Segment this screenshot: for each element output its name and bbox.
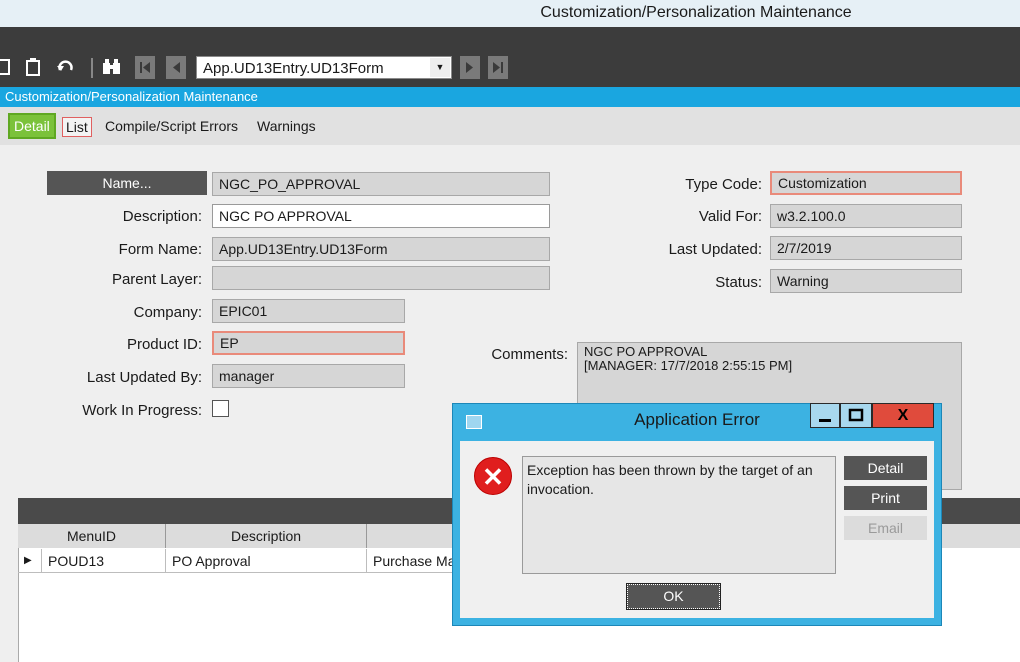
last-updated-field[interactable]: 2/7/2019 bbox=[770, 236, 962, 260]
cell-menuid[interactable]: POUD13 bbox=[42, 549, 166, 573]
form-name-label: Form Name: bbox=[118, 241, 202, 258]
print-button[interactable]: Print bbox=[844, 486, 927, 510]
close-button[interactable]: X bbox=[872, 403, 934, 428]
tab-compile-script-errors[interactable]: Compile/Script Errors bbox=[105, 116, 238, 136]
comments-line: [MANAGER: 17/7/2018 2:55:15 PM] bbox=[584, 358, 793, 373]
maximize-button[interactable] bbox=[840, 403, 872, 428]
form-header: Customization/Personalization Maintenanc… bbox=[0, 87, 1020, 107]
previous-record-icon[interactable] bbox=[166, 56, 186, 79]
status-field[interactable]: Warning bbox=[770, 269, 962, 293]
comments-label: Comments: bbox=[491, 346, 568, 363]
description-label: Description: bbox=[122, 208, 202, 225]
work-in-progress-label: Work In Progress: bbox=[82, 402, 202, 419]
clipboard-icon[interactable] bbox=[24, 56, 44, 78]
window-title: Customization/Personalization Maintenanc… bbox=[540, 4, 852, 21]
next-record-icon[interactable] bbox=[460, 56, 480, 79]
column-header-description[interactable]: Description bbox=[166, 524, 367, 548]
last-updated-by-field[interactable]: manager bbox=[212, 364, 405, 388]
save-icon[interactable] bbox=[0, 56, 14, 78]
detail-button[interactable]: Detail bbox=[844, 456, 927, 480]
email-button: Email bbox=[844, 516, 927, 540]
row-selector-arrow-icon[interactable]: ▶ bbox=[18, 549, 42, 573]
company-label: Company: bbox=[133, 304, 202, 321]
valid-for-field[interactable]: w3.2.100.0 bbox=[770, 204, 962, 228]
column-header-3[interactable] bbox=[367, 524, 457, 548]
tab-warnings[interactable]: Warnings bbox=[257, 116, 316, 136]
type-code-label: Type Code: bbox=[685, 176, 762, 193]
comments-line: NGC PO APPROVAL bbox=[584, 344, 708, 359]
company-field[interactable]: EPIC01 bbox=[212, 299, 405, 323]
error-icon: ✕ bbox=[474, 457, 512, 495]
last-updated-by-label: Last Updated By: bbox=[86, 369, 202, 386]
last-record-icon[interactable] bbox=[488, 56, 508, 79]
error-message: Exception has been thrown by the target … bbox=[522, 456, 836, 574]
undo-icon[interactable] bbox=[55, 56, 75, 78]
ok-button[interactable]: OK bbox=[626, 583, 721, 610]
form-name-field[interactable]: App.UD13Entry.UD13Form bbox=[212, 237, 550, 261]
tab-list[interactable]: List bbox=[62, 117, 92, 137]
window-title-bar: Customization/Personalization Maintenanc… bbox=[0, 0, 1020, 27]
work-in-progress-checkbox[interactable] bbox=[212, 400, 229, 417]
cell-description[interactable]: PO Approval bbox=[166, 549, 367, 573]
last-updated-label: Last Updated: bbox=[668, 241, 762, 258]
cell-col3[interactable]: Purchase Ma bbox=[367, 549, 457, 573]
dropdown-arrow-icon[interactable]: ▼ bbox=[430, 58, 450, 77]
binoculars-icon[interactable] bbox=[101, 56, 121, 78]
first-record-icon[interactable] bbox=[135, 56, 155, 79]
description-field[interactable]: NGC PO APPROVAL bbox=[212, 204, 550, 228]
form-selector-dropdown[interactable]: App.UD13Entry.UD13Form ▼ bbox=[196, 56, 452, 79]
tab-detail[interactable]: Detail bbox=[8, 113, 56, 139]
toolbar-separator bbox=[91, 58, 93, 78]
name-field[interactable]: NGC_PO_APPROVAL bbox=[212, 172, 550, 196]
product-id-label: Product ID: bbox=[126, 336, 202, 353]
parent-layer-label: Parent Layer: bbox=[111, 271, 202, 288]
type-code-field[interactable]: Customization bbox=[770, 171, 962, 195]
minimize-button[interactable] bbox=[810, 403, 840, 428]
status-label: Status: bbox=[715, 274, 762, 291]
parent-layer-field[interactable] bbox=[212, 266, 550, 290]
column-header-menuid[interactable]: MenuID bbox=[18, 524, 166, 548]
name-button[interactable]: Name... bbox=[47, 171, 207, 195]
form-selector-value: App.UD13Entry.UD13Form bbox=[203, 60, 384, 77]
valid-for-label: Valid For: bbox=[698, 208, 762, 225]
